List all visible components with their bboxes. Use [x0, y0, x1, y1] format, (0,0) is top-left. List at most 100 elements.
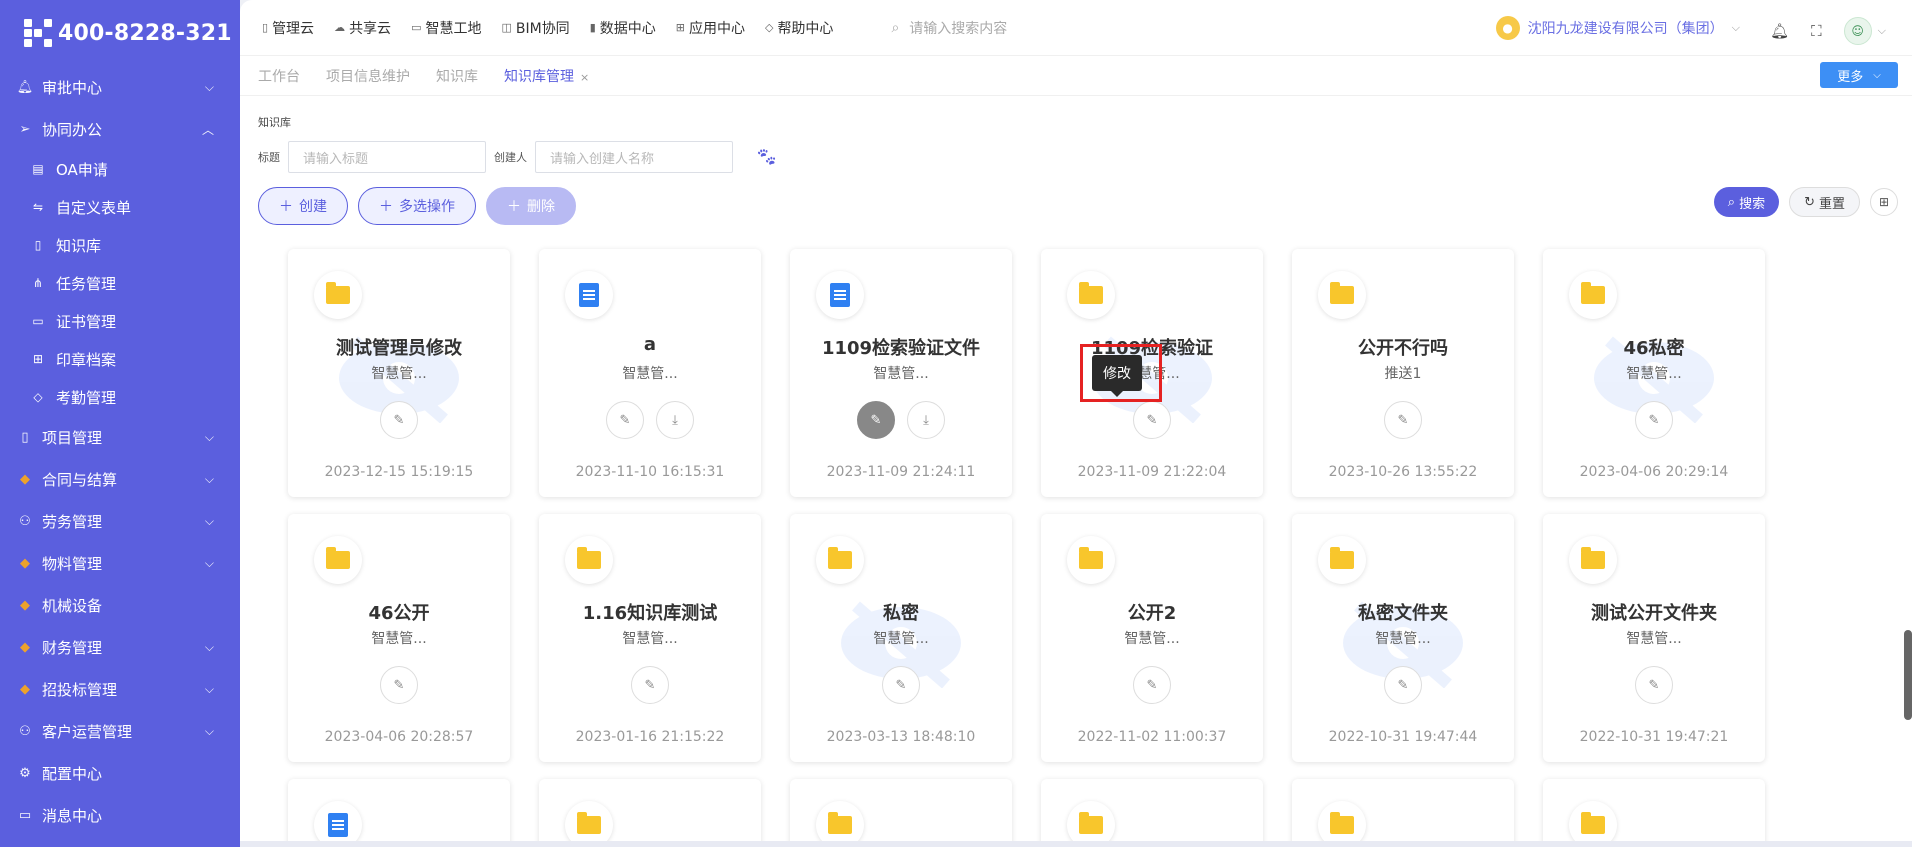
company-selector[interactable]: ● 沈阳九龙建设有限公司（集团） ⌵ [1495, 16, 1740, 40]
creator-input[interactable]: 请输入创建人名称 [535, 141, 733, 173]
sidebar: 400-8228-321 🔔︎ 审批中心 ⌵ ➢ 协同办公 ︿ ▤ OA申请 ⇋… [0, 0, 240, 847]
sidebar-subitem-certificates[interactable]: ▭ 证书管理 [0, 302, 240, 340]
topnav-data-center[interactable]: ▮ 数据中心 [590, 18, 656, 38]
paw-icon[interactable]: 🐾︎ [755, 147, 778, 168]
edit-icon[interactable]: ✎ [882, 666, 920, 704]
scrollbar[interactable] [1904, 630, 1912, 720]
avatar: ☺ [1843, 17, 1872, 45]
sidebar-subitem-custom-form[interactable]: ⇋ 自定义表单 [0, 188, 240, 226]
sidebar-item-materials[interactable]: ◆ 物料管理 ⌵ [0, 542, 240, 584]
topnav-app-center[interactable]: ⊞ 应用中心 [676, 18, 745, 38]
document-icon [565, 271, 613, 319]
sidebar-item-project[interactable]: ▯ 项目管理 ⌵ [0, 416, 240, 458]
chevron-up-icon: ︿ [201, 122, 214, 137]
download-icon[interactable]: ⤓ [907, 401, 945, 439]
sidebar-item-label: 物料管理 [42, 554, 103, 573]
download-icon[interactable]: ⤓ [656, 401, 694, 439]
knowledge-card[interactable]: 测试公开文件夹 智慧管... ✎ 2022-10-31 19:47:21 [1543, 514, 1765, 762]
sidebar-item-labor[interactable]: ⚇ 劳务管理 ⌵ [0, 500, 240, 542]
sidebar-item-messages[interactable]: ▭ 消息中心 [0, 794, 240, 836]
title-input[interactable]: 请输入标题 [288, 141, 486, 173]
sidebar-item-finance[interactable]: ◆ 财务管理 ⌵ [0, 626, 240, 668]
edit-icon[interactable]: ✎ [631, 666, 669, 704]
edit-icon[interactable]: ✎ [380, 401, 418, 439]
sidebar-item-approval[interactable]: 🔔︎ 审批中心 ⌵ [0, 66, 240, 108]
cloud-icon: ☁ [334, 21, 346, 34]
grid-view-icon[interactable]: ⊞ [1870, 188, 1898, 216]
bell-icon[interactable]: 🔔︎ [1770, 22, 1789, 40]
create-button[interactable]: ＋ 创建 [258, 187, 348, 225]
card-date: 2023-12-15 15:19:15 [324, 464, 474, 480]
horizontal-scrollbar[interactable] [240, 841, 1912, 847]
sidebar-item-label: 客户运营管理 [42, 722, 133, 741]
chevron-down-icon: ⌵ [204, 429, 214, 444]
knowledge-card[interactable]: 46私密 智慧管... ✎ 2023-04-06 20:29:14 [1543, 249, 1765, 497]
knowledge-card[interactable]: 私密 智慧管... ✎ 2023-03-13 18:48:10 [790, 514, 1012, 762]
card-title: 46公开 [368, 603, 430, 624]
sidebar-subitem-tasks[interactable]: ⋔ 任务管理 [0, 264, 240, 302]
sidebar-subitem-knowledge[interactable]: ▯ 知识库 [0, 226, 240, 264]
topnav-help-center[interactable]: ◇ 帮助中心 [765, 18, 833, 38]
topnav-label: 管理云 [272, 20, 315, 37]
sidebar-item-customer-ops[interactable]: ⚇ 客户运营管理 ⌵ [0, 710, 240, 752]
edit-icon[interactable]: ✎ [1635, 401, 1673, 439]
knowledge-card[interactable]: 公开2 智慧管... ✎ 2022-11-02 11:00:37 [1041, 514, 1263, 762]
knowledge-card[interactable]: 私密文件夹 智慧管... ✎ 2022-10-31 19:47:44 [1292, 514, 1514, 762]
topnav-shared-cloud[interactable]: ☁ 共享云 [334, 18, 391, 38]
knowledge-card[interactable] [539, 779, 761, 847]
reset-button[interactable]: ↻ 重置 [1789, 187, 1860, 217]
more-button[interactable]: 更多 ⌵ [1820, 62, 1898, 88]
sidebar-item-machinery[interactable]: ◆ 机械设备 [0, 584, 240, 626]
knowledge-card[interactable]: 46公开 智慧管... ✎ 2023-04-06 20:28:57 [288, 514, 510, 762]
edit-icon[interactable]: ✎ [1133, 666, 1171, 704]
edit-icon[interactable]: ✎ [857, 401, 895, 439]
global-search[interactable]: ⌕ 请输入搜索内容 [891, 18, 1191, 38]
sidebar-subitem-attendance[interactable]: ◇ 考勤管理 [0, 378, 240, 416]
knowledge-card[interactable]: a 智慧管... ✎ ⤓ 2023-11-10 16:15:31 [539, 249, 761, 497]
folder-icon [1067, 536, 1115, 584]
card-date: 2023-10-26 13:55:22 [1328, 464, 1478, 480]
knowledge-card[interactable]: 测试管理员修改 智慧管... ✎ 2023-12-15 15:19:15 [288, 249, 510, 497]
knowledge-card[interactable] [1543, 779, 1765, 847]
edit-icon[interactable]: ✎ [1133, 401, 1171, 439]
tab-workbench[interactable]: 工作台 [258, 66, 300, 86]
sidebar-subitem-seals[interactable]: ⊞ 印章档案 [0, 340, 240, 378]
knowledge-card[interactable]: 1109检索验证文件 智慧管... ✎ ⤓ 2023-11-09 21:24:11 [790, 249, 1012, 497]
card-date: 2022-10-31 19:47:21 [1579, 729, 1729, 745]
edit-icon[interactable]: ✎ [606, 401, 644, 439]
edit-icon[interactable]: ✎ [1384, 401, 1422, 439]
delete-button[interactable]: ＋ 删除 [486, 187, 576, 225]
sidebar-item-label: 机械设备 [42, 596, 103, 615]
topnav-smart-site[interactable]: ▭ 智慧工地 [411, 18, 481, 38]
edit-icon[interactable]: ✎ [1635, 666, 1673, 704]
sidebar-item-contract[interactable]: ◆ 合同与结算 ⌵ [0, 458, 240, 500]
sidebar-subitem-oa[interactable]: ▤ OA申请 [0, 150, 240, 188]
sidebar-item-bidding[interactable]: ◆ 招投标管理 ⌵ [0, 668, 240, 710]
knowledge-card[interactable] [790, 779, 1012, 847]
tab-knowledge[interactable]: 知识库 [436, 66, 478, 86]
user-menu[interactable]: ☺ ⌵ [1843, 17, 1886, 45]
multi-select-button[interactable]: ＋ 多选操作 [358, 187, 476, 225]
tab-knowledge-management[interactable]: 知识库管理 × [504, 66, 589, 86]
knowledge-card[interactable]: 公开不行吗 推送1 ✎ 2023-10-26 13:55:22 [1292, 249, 1514, 497]
knowledge-card[interactable]: 1.16知识库测试 智慧管... ✎ 2023-01-16 21:15:22 [539, 514, 761, 762]
search-icon: ⌕ [1727, 194, 1736, 210]
global-search-input[interactable]: 请输入搜索内容 [909, 18, 1007, 38]
tab-project-info[interactable]: 项目信息维护 [326, 66, 410, 86]
brand-logo[interactable]: 400-8228-321 [0, 0, 240, 66]
card-title: 公开2 [1127, 603, 1177, 624]
sidebar-item-config[interactable]: ⚙ 配置中心 [0, 752, 240, 794]
knowledge-card[interactable] [1292, 779, 1514, 847]
knowledge-card[interactable] [1041, 779, 1263, 847]
topnav-management-cloud[interactable]: ▯ 管理云 [262, 18, 314, 38]
topnav-bim[interactable]: ◫ BIM协同 [501, 18, 569, 38]
edit-icon[interactable]: ✎ [380, 666, 418, 704]
sidebar-item-collab-office[interactable]: ➢ 协同办公 ︿ [0, 108, 240, 150]
edit-icon[interactable]: ✎ [1384, 666, 1422, 704]
knowledge-card[interactable] [288, 779, 510, 847]
search-button[interactable]: ⌕ 搜索 [1713, 187, 1780, 217]
close-icon[interactable]: × [580, 71, 589, 84]
topnav-label: BIM协同 [515, 20, 570, 37]
fullscreen-icon[interactable]: ⛶ [1811, 22, 1822, 40]
card-actions: ✎ [1543, 401, 1765, 439]
